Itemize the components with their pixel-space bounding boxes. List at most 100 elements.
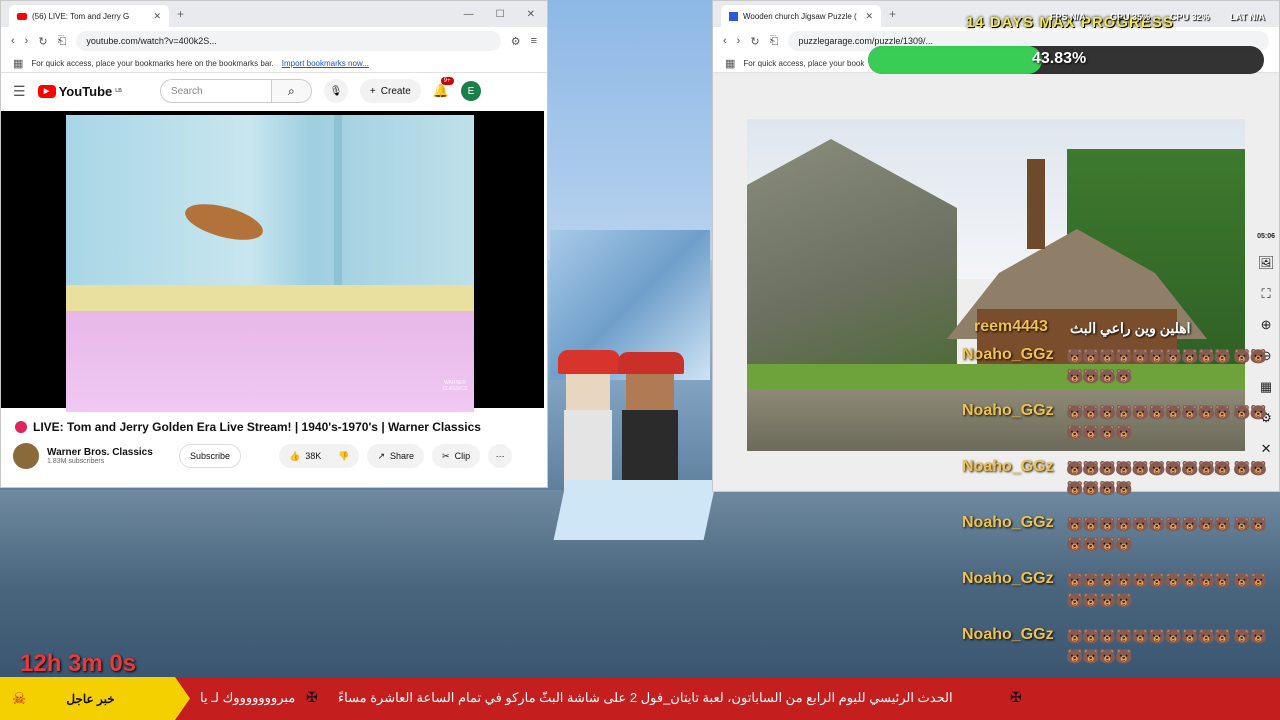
skull-icon: ✠ [1010, 689, 1022, 705]
chat-username: Noaho_GGz [962, 346, 1054, 363]
avatar[interactable]: E [460, 81, 481, 101]
chat-message: 🐻🐻🐻🐻🐻🐻🐻🐻🐻🐻 🐻🐻🐻🐻🐻🐻 [1066, 572, 1267, 608]
video-player[interactable]: WARNER CLASSICS [1, 111, 544, 412]
image-preview-icon[interactable]: 🖼 [1258, 255, 1275, 271]
minimize-icon[interactable]: — [464, 9, 474, 20]
chat-username: Noaho_GGz [962, 458, 1054, 475]
forward-icon[interactable]: › [737, 35, 741, 47]
bookmarks-hint: For quick access, place your bookmarks h… [31, 59, 274, 68]
tab-puzzle[interactable]: Wooden church Jigsaw Puzzle ( ✕ [721, 5, 881, 27]
gpu-stat: GPU 35% [1110, 12, 1151, 22]
background-sky [548, 0, 713, 260]
clock-readout: 05:06 [1257, 233, 1275, 240]
bookmark-icon[interactable]: ⎗ [770, 35, 779, 48]
back-icon[interactable]: ‹ [723, 35, 727, 47]
apps-icon[interactable]: ▦ [725, 57, 735, 70]
skull-icon: ✠ [306, 689, 318, 705]
more-icon: ⋯ [495, 450, 505, 461]
search-icon: ⌕ [288, 83, 295, 98]
thumbs-down-icon[interactable]: 👎 [338, 451, 349, 462]
close-window-icon[interactable]: ✕ [527, 9, 535, 20]
close-icon[interactable]: ✕ [1261, 441, 1272, 457]
new-tab-icon[interactable]: + [177, 7, 184, 21]
news-ticker: ☠ خبر عاجل مبروووووووك لـ يا ✠ الحدث الر… [0, 677, 1280, 720]
bell-icon: 🔔 [432, 83, 449, 98]
create-label: Create [380, 85, 411, 97]
youtube-browser-window: (56) LIVE: Tom and Jerry G ✕ + — ☐ ✕ ‹ ›… [0, 0, 548, 488]
extensions-icon[interactable]: ⚙ [511, 35, 521, 48]
more-actions-button[interactable]: ⋯ [488, 444, 513, 468]
chat-message: اهلين وين راعي البث [1070, 320, 1192, 336]
share-button[interactable]: ↗ Share [367, 444, 425, 468]
like-count: 38K [305, 451, 322, 461]
stream-timer: 12h 3m 0s [20, 650, 137, 677]
chat-message: 🐻🐻🐻🐻🐻🐻🐻🐻🐻🐻 🐻🐻🐻🐻🐻🐻 [1066, 460, 1267, 496]
ticker-label-box: ☠ خبر عاجل [0, 677, 190, 720]
address-bar-row: ‹ › ↻ ⎗ youtube.com/watch?v=400k2S... ⚙ … [1, 27, 547, 55]
fullscreen-icon[interactable]: ⛶ [1261, 286, 1270, 302]
bookmarks-bar: ▦ For quick access, place your bookmarks… [1, 55, 547, 73]
youtube-logo[interactable]: ▶ YouTube LB [37, 84, 122, 99]
cpu-stat: CPU 32% [1170, 12, 1210, 22]
reload-icon[interactable]: ↻ [750, 35, 759, 48]
share-label: Share [390, 451, 415, 461]
pz-url-text: puzzlegarage.com/puzzle/1309/... [798, 36, 933, 46]
stream-canvas: (56) LIVE: Tom and Jerry G ✕ + — ☐ ✕ ‹ ›… [0, 0, 1280, 720]
chat-username: reem4443 [974, 318, 1048, 335]
hamburger-menu-icon[interactable]: ☰ [13, 83, 26, 100]
youtube-logo-region: LB [115, 88, 122, 94]
channel-name[interactable]: Warner Bros. Classics [47, 447, 167, 458]
watermark: WARNER CLASSICS [442, 380, 468, 392]
close-tab-icon[interactable]: ✕ [865, 11, 873, 22]
search-input[interactable]: Search [159, 79, 272, 103]
progress-percent: 43.83% [1032, 50, 1087, 67]
skull-icon: ☠ [12, 690, 27, 708]
channel-avatar[interactable] [13, 443, 39, 469]
chat-username: Noaho_GGz [962, 570, 1054, 587]
youtube-favicon-icon [17, 12, 27, 20]
channel-row: Warner Bros. Classics 1.83M subscribers … [13, 443, 543, 469]
bookmark-icon[interactable]: ⎗ [58, 35, 67, 48]
video-frame: WARNER CLASSICS [66, 115, 474, 412]
chat-message: 🐻🐻🐻🐻🐻🐻🐻🐻🐻🐻 🐻🐻🐻🐻🐻🐻 [1066, 348, 1267, 384]
new-tab-icon[interactable]: + [889, 7, 896, 21]
church-tower [1027, 159, 1045, 249]
url-text: youtube.com/watch?v=400k2S... [86, 36, 217, 46]
window-controls: — ☐ ✕ [464, 9, 547, 20]
channel-info: Warner Bros. Classics 1.83M subscribers [47, 447, 167, 465]
create-button[interactable]: + Create [359, 79, 421, 103]
video-title: LIVE: Tom and Jerry Golden Era Live Stre… [33, 420, 481, 434]
ticker-text-2: مبروووووووك لـ يا [200, 690, 296, 705]
back-icon[interactable]: ‹ [11, 35, 15, 47]
progress-fill [868, 46, 1042, 74]
lat-stat: LAT N/A [1230, 12, 1265, 22]
menu-icon[interactable]: ≡ [531, 35, 537, 47]
clip-button[interactable]: ✂ Clip [432, 444, 481, 468]
pz-tab-title: Wooden church Jigsaw Puzzle ( [743, 11, 857, 21]
youtube-play-icon: ▶ [37, 84, 56, 98]
chat-username: Noaho_GGz [962, 626, 1054, 643]
import-bookmarks-link[interactable]: Import bookmarks now... [282, 59, 369, 68]
share-icon: ↗ [377, 450, 386, 461]
chat-username: Noaho_GGz [962, 514, 1054, 531]
notifications-button[interactable]: 🔔 9+ [432, 77, 454, 99]
reload-icon[interactable]: ↻ [38, 35, 47, 48]
search-button[interactable]: ⌕ [271, 79, 312, 103]
scissors-icon: ✂ [442, 450, 450, 461]
tab-youtube[interactable]: (56) LIVE: Tom and Jerry G ✕ [9, 5, 169, 27]
video-title-row: LIVE: Tom and Jerry Golden Era Live Stre… [15, 420, 481, 434]
subscribe-button[interactable]: Subscribe [179, 444, 242, 468]
maximize-icon[interactable]: ☐ [496, 9, 505, 20]
apps-icon[interactable]: ▦ [13, 57, 23, 70]
like-button[interactable]: 👍 38K 👎 [279, 444, 360, 468]
pz-bookmarks-hint: For quick access, place your book [743, 59, 865, 68]
close-tab-icon[interactable]: ✕ [153, 11, 161, 22]
chat-message: 🐻🐻🐻🐻🐻🐻🐻🐻🐻🐻 🐻🐻🐻🐻🐻🐻 [1066, 404, 1267, 440]
url-field[interactable]: youtube.com/watch?v=400k2S... [76, 31, 501, 51]
ice-platform [553, 480, 717, 540]
plus-icon: + [369, 85, 376, 97]
forward-icon[interactable]: › [25, 35, 29, 47]
puzzle-favicon-icon [729, 11, 738, 21]
voice-search-button[interactable]: 🎙 [323, 79, 348, 103]
chat-username: Noaho_GGz [962, 402, 1054, 419]
